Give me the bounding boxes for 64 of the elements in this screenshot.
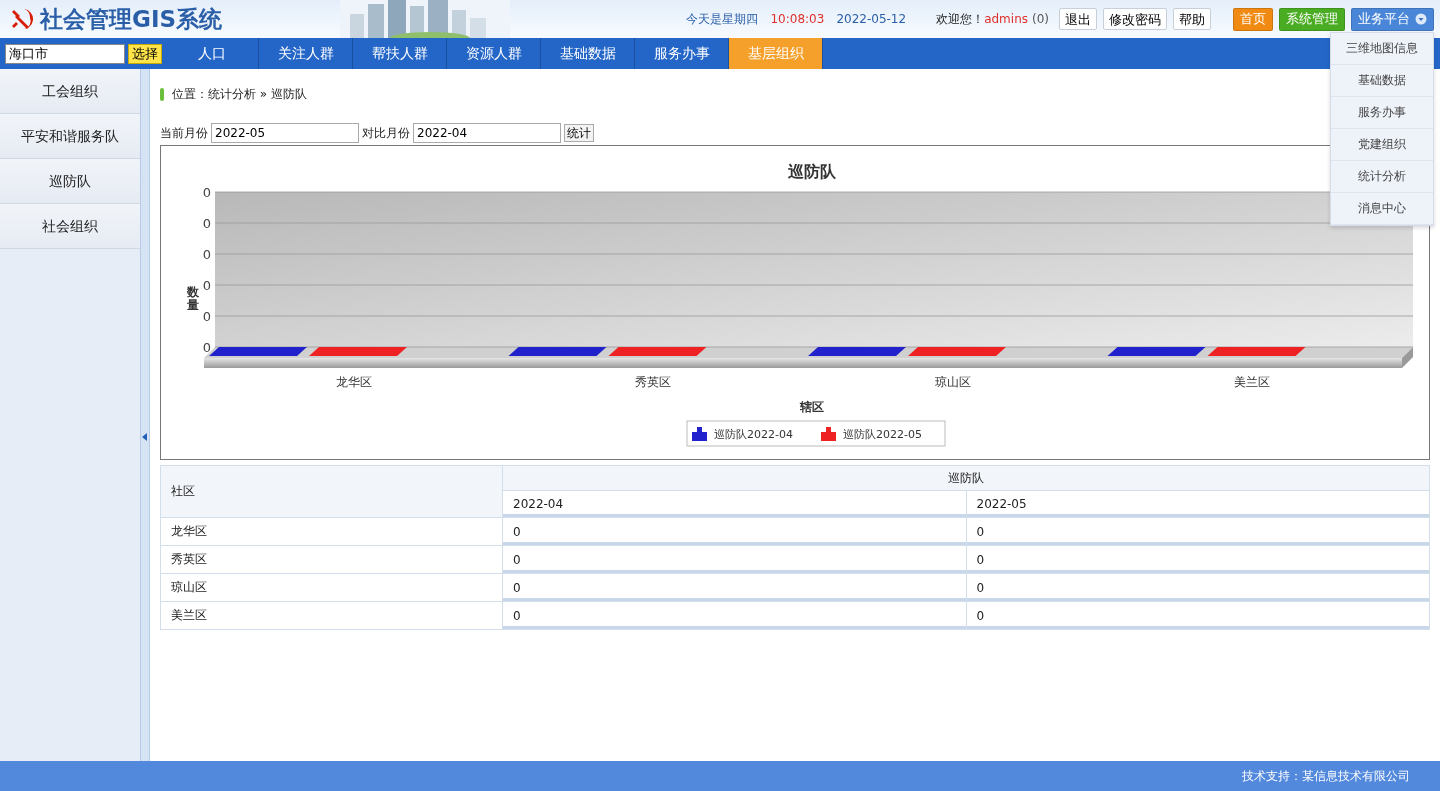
table-cell: 0 [966, 517, 1430, 546]
table-cell: 0 [502, 545, 966, 574]
menu-item[interactable]: 基础数据 [1331, 65, 1433, 97]
y-tick-label: 0 [202, 309, 211, 324]
menu-item[interactable]: 消息中心 [1331, 193, 1433, 225]
column-header: 巡防队 [502, 465, 1430, 491]
header-button[interactable]: 帮助 [1173, 8, 1211, 30]
message-count: (0) [1032, 12, 1049, 26]
y-tick-label: 0 [202, 247, 211, 262]
menu-item[interactable]: 党建组织 [1331, 129, 1433, 161]
select-button[interactable]: 选择 [128, 43, 162, 64]
footer-text: 技术支持：某信息技术有限公司 [1242, 767, 1410, 785]
y-tick-label: 0 [202, 185, 211, 200]
month-field[interactable]: 2022-05 [211, 123, 359, 143]
x-tick-label: 美兰区 [1234, 375, 1271, 389]
location-marker-icon [160, 87, 164, 101]
statistics-button[interactable]: 统计 [564, 124, 594, 142]
table-cell: 0 [502, 573, 966, 602]
city-field[interactable]: 海口市 [5, 43, 125, 64]
y-tick-label: 0 [202, 216, 211, 231]
field-label: 对比月份 [362, 124, 410, 142]
sidebar-item[interactable]: 巡防队 [0, 159, 141, 204]
x-tick-label: 龙华区 [335, 375, 372, 389]
header-button[interactable]: 修改密码 [1103, 8, 1167, 30]
header-button[interactable]: 退出 [1059, 8, 1097, 30]
weekday-text: 今天是星期四 [686, 10, 759, 28]
chart-title: 巡防队 [788, 162, 836, 181]
table-cell: 龙华区 [160, 517, 503, 546]
sidebar-item[interactable]: 平安和谐服务队 [0, 114, 141, 159]
table-cell: 0 [502, 517, 966, 546]
sidebar-item[interactable]: 社会组织 [0, 204, 141, 249]
y-tick-label: 0 [202, 340, 211, 355]
sidebar-item[interactable]: 工会组织 [0, 69, 141, 114]
x-tick-label: 秀英区 [635, 375, 672, 389]
welcome-text: 欢迎您！ [936, 10, 985, 28]
y-tick-label: 0 [202, 278, 211, 293]
date-text: 2022-05-12 [836, 12, 907, 26]
table-cell: 琼山区 [160, 573, 503, 602]
legend-label: 巡防队2022-05 [843, 428, 922, 441]
column-header: 2022-04 [502, 490, 966, 518]
legend-label: 巡防队2022-04 [714, 428, 793, 441]
table-cell: 0 [966, 545, 1430, 574]
table-cell: 0 [966, 573, 1430, 602]
app-title: 社会管理GIS系统 [40, 4, 222, 34]
month-field[interactable]: 2022-04 [413, 123, 561, 143]
menu-item[interactable]: 三维地图信息 [1331, 33, 1433, 65]
clock-time: 10:08:03 [770, 12, 825, 26]
nav-button[interactable]: 业务平台 [1351, 7, 1434, 31]
table-cell: 0 [502, 601, 966, 630]
table-cell: 秀英区 [160, 545, 503, 574]
x-axis-title: 辖区 [800, 400, 824, 414]
table-cell: 0 [966, 601, 1430, 630]
x-tick-label: 琼山区 [934, 375, 971, 389]
y-axis-title: 数量 [187, 285, 199, 312]
table-cell: 美兰区 [160, 601, 503, 630]
menu-item[interactable]: 服务办事 [1331, 97, 1433, 129]
menu-item[interactable]: 统计分析 [1331, 161, 1433, 193]
column-header: 社区 [160, 465, 503, 518]
collapse-arrow-icon[interactable] [142, 433, 148, 441]
caret-icon [1415, 13, 1427, 25]
breadcrumb: 位置：统计分析 » 巡防队 [172, 85, 307, 103]
field-label: 当前月份 [160, 124, 208, 142]
user-name: admins [984, 12, 1028, 26]
column-header: 2022-05 [966, 490, 1430, 518]
